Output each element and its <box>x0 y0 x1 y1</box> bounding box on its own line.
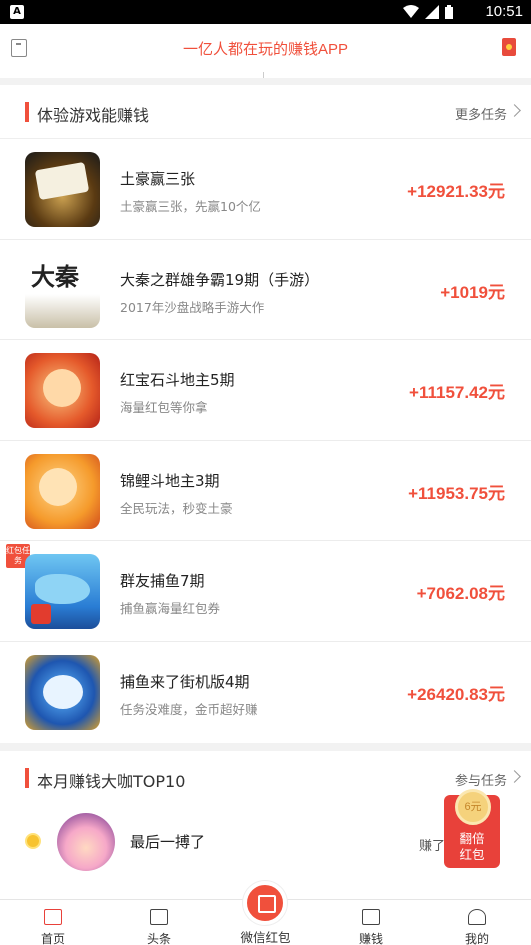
news-icon <box>150 909 168 925</box>
status-time: 10:51 <box>485 3 523 20</box>
games-section-title: 体验游戏能赚钱 <box>37 106 150 125</box>
game-thumbnail: 大秦 <box>25 252 100 328</box>
chevron-right-icon[interactable] <box>508 104 521 117</box>
wifi-icon <box>403 5 419 18</box>
game-row[interactable]: 红包任务 群友捕鱼7期 捕鱼赢海量红包券 +7062.08元 <box>0 541 531 642</box>
game-row[interactable]: 捕鱼来了街机版4期 任务没难度，金币超好赚 +26420.83元 <box>0 642 531 743</box>
game-reward: +1019元 <box>440 282 505 302</box>
coin-icon: 6元 <box>455 789 491 825</box>
label-line-1: 翻倍 <box>459 831 485 846</box>
label-line-2: 红包 <box>459 847 485 862</box>
game-thumbnail <box>25 554 100 629</box>
app-header: 一亿人都在玩的赚钱APP <box>0 24 531 78</box>
app-notification-icon: A <box>10 5 24 19</box>
games-section-header: 体验游戏能赚钱 更多任务 <box>0 85 531 139</box>
game-row[interactable]: 红宝石斗地主5期 海量红包等你拿 +11157.42元 <box>0 340 531 441</box>
chevron-right-icon[interactable] <box>508 770 521 783</box>
game-desc: 任务没难度，金币超好赚 <box>120 701 258 717</box>
status-icons <box>403 5 453 19</box>
section-accent-bar <box>25 102 29 122</box>
header-title: 一亿人都在玩的赚钱APP <box>182 41 348 58</box>
join-task-link[interactable]: 参与任务 <box>455 770 507 789</box>
game-desc: 全民玩法，秒变土豪 <box>120 500 233 516</box>
game-desc: 土豪赢三张，先赢10个亿 <box>120 199 261 214</box>
game-name: 锦鲤斗地主3期 <box>120 471 220 490</box>
game-reward: +7062.08元 <box>416 584 505 603</box>
game-desc: 捕鱼赢海量红包券 <box>120 601 221 616</box>
game-reward: +26420.83元 <box>407 684 505 704</box>
games-section: 体验游戏能赚钱 更多任务 土豪赢三张 土豪赢三张，先赢10个亿 +12921.3… <box>0 85 531 743</box>
header-divider <box>263 72 264 78</box>
red-packet-icon[interactable] <box>502 38 516 56</box>
thumbnail-text: 大秦 <box>31 261 79 291</box>
section-accent-bar <box>25 768 29 788</box>
game-row[interactable]: 大秦 大秦之群雄争霸19期（手游） 2017年沙盘战略手游大作 +1019元 <box>0 240 531 340</box>
game-row[interactable]: 土豪赢三张 土豪赢三张，先赢10个亿 +12921.33元 <box>0 139 531 240</box>
game-desc: 2017年沙盘战略手游大作 <box>120 299 265 315</box>
home-icon <box>44 909 62 925</box>
game-name: 红宝石斗地主5期 <box>120 371 235 389</box>
gamepad-icon <box>362 909 380 925</box>
ranking-earned: 赚了 <box>419 839 446 854</box>
game-desc: 海量红包等你拿 <box>120 400 208 415</box>
more-tasks-link[interactable]: 更多任务 <box>455 104 507 123</box>
gold-medal-icon <box>25 833 41 849</box>
game-reward: +12921.33元 <box>407 182 505 201</box>
game-row[interactable]: 锦鲤斗地主3期 全民玩法，秒变土豪 +11953.75元 <box>0 441 531 541</box>
ranking-section-title: 本月赚钱大咖TOP10 <box>37 772 186 791</box>
avatar <box>57 813 115 871</box>
ranking-user-name: 最后一搏了 <box>130 833 206 851</box>
game-name: 群友捕鱼7期 <box>120 572 205 590</box>
game-reward: +11953.75元 <box>408 483 505 503</box>
wechat-red-packet-button[interactable] <box>243 881 287 925</box>
game-reward: +11157.42元 <box>409 383 505 402</box>
game-name: 捕鱼来了街机版4期 <box>120 672 250 691</box>
game-thumbnail <box>25 353 100 428</box>
game-name: 土豪赢三张 <box>120 170 196 188</box>
status-bar: A 10:51 <box>0 0 531 24</box>
game-thumbnail <box>25 654 100 730</box>
game-name: 大秦之群雄争霸19期（手游） <box>120 270 320 289</box>
double-red-packet-label: 翻倍 红包 <box>444 831 500 863</box>
double-red-packet-button[interactable]: 6元 翻倍 红包 <box>444 789 500 868</box>
signal-icon <box>425 5 439 19</box>
battery-icon <box>445 5 453 19</box>
user-icon <box>468 909 486 925</box>
tab-wechat-red-packet-label[interactable]: 微信红包 <box>0 927 531 945</box>
game-thumbnail <box>25 152 100 227</box>
game-thumbnail <box>25 453 100 529</box>
